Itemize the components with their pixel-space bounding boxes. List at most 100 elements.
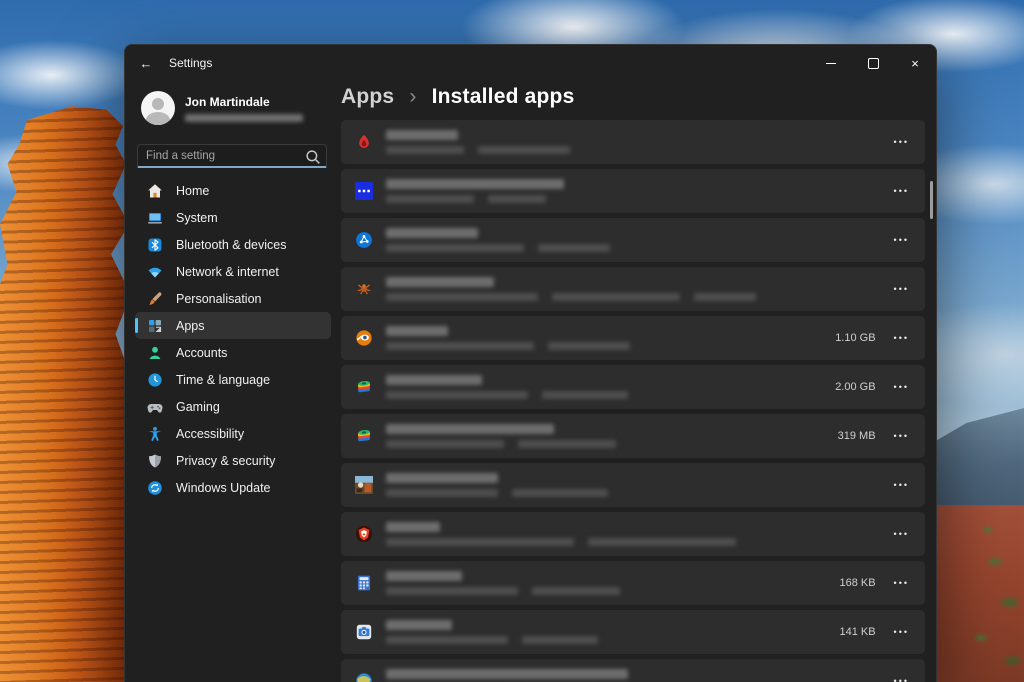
gaming-icon bbox=[147, 399, 163, 415]
breadcrumb-parent[interactable]: Apps bbox=[341, 85, 394, 108]
app-name-redacted bbox=[386, 179, 564, 189]
app-meta-redacted bbox=[386, 342, 835, 350]
sidebar-item-label: Apps bbox=[176, 319, 205, 333]
settings-window: ← Settings × Jon Martindale bbox=[124, 44, 937, 682]
app-menu-button[interactable]: ••• bbox=[892, 231, 911, 249]
scrollbar-thumb[interactable] bbox=[930, 181, 933, 219]
avatar-icon bbox=[141, 91, 175, 125]
privacy-icon bbox=[147, 453, 163, 469]
app-name-redacted bbox=[386, 473, 498, 483]
app-row[interactable]: 319 MB ••• bbox=[341, 414, 925, 458]
sidebar-item-system[interactable]: System bbox=[135, 204, 331, 231]
main-content: Apps › Installed apps ••• ••• ••• bbox=[341, 81, 936, 682]
close-button[interactable]: × bbox=[894, 45, 936, 81]
app-row[interactable]: ••• bbox=[341, 267, 925, 311]
sidebar-item-apps[interactable]: Apps bbox=[135, 312, 331, 339]
app-size: 141 KB bbox=[839, 626, 875, 638]
app-row[interactable]: ••• bbox=[341, 463, 925, 507]
app-size: 168 KB bbox=[839, 577, 875, 589]
app-row[interactable]: 2.00 GB ••• bbox=[341, 365, 925, 409]
app-menu-button[interactable]: ••• bbox=[892, 182, 911, 200]
search-box[interactable] bbox=[137, 144, 327, 168]
sidebar-item-network-internet[interactable]: Network & internet bbox=[135, 258, 331, 285]
windows-update-icon bbox=[147, 480, 163, 496]
app-row[interactable]: ••• bbox=[341, 512, 925, 556]
time-icon bbox=[147, 372, 163, 388]
app-menu-button[interactable]: ••• bbox=[892, 280, 911, 298]
search-input[interactable] bbox=[138, 150, 304, 162]
app-meta-segment-redacted bbox=[538, 244, 610, 252]
sidebar-item-label: Personalisation bbox=[176, 292, 261, 306]
app-meta-segment-redacted bbox=[386, 587, 518, 595]
app-menu-button[interactable]: ••• bbox=[892, 525, 911, 543]
app-name-redacted bbox=[386, 424, 554, 434]
window-controls: × bbox=[810, 45, 936, 81]
app-row[interactable]: 141 KB ••• bbox=[341, 610, 925, 654]
window-title: Settings bbox=[169, 56, 212, 70]
back-button[interactable]: ← bbox=[131, 50, 161, 76]
app-meta-segment-redacted bbox=[694, 293, 756, 301]
app-meta-segment-redacted bbox=[532, 587, 620, 595]
app-meta-segment-redacted bbox=[542, 391, 628, 399]
sidebar-item-gaming[interactable]: Gaming bbox=[135, 393, 331, 420]
app-meta-segment-redacted bbox=[386, 146, 464, 154]
app-meta-segment-redacted bbox=[386, 342, 534, 350]
app-menu-button[interactable]: ••• bbox=[892, 574, 911, 592]
apps-icon bbox=[147, 318, 163, 334]
app-meta-redacted bbox=[386, 440, 838, 448]
sidebar-item-accounts[interactable]: Accounts bbox=[135, 339, 331, 366]
app-size: 319 MB bbox=[838, 430, 876, 442]
app-menu-button[interactable]: ••• bbox=[892, 133, 911, 151]
minimize-icon bbox=[826, 63, 836, 64]
app-row[interactable]: 168 KB ••• bbox=[341, 561, 925, 605]
minimize-button[interactable] bbox=[810, 45, 852, 81]
app-menu-button[interactable]: ••• bbox=[892, 378, 911, 396]
app-name-redacted bbox=[386, 375, 482, 385]
app-meta-segment-redacted bbox=[386, 244, 524, 252]
close-icon: × bbox=[911, 56, 919, 71]
sidebar-item-privacy-security[interactable]: Privacy & security bbox=[135, 447, 331, 474]
app-size: 2.00 GB bbox=[835, 381, 875, 393]
accessibility-icon bbox=[147, 426, 163, 442]
app-name-redacted bbox=[386, 326, 448, 336]
app-name-redacted bbox=[386, 130, 458, 140]
app-menu-button[interactable]: ••• bbox=[892, 476, 911, 494]
maximize-button[interactable] bbox=[852, 45, 894, 81]
app-name-redacted bbox=[386, 522, 440, 532]
sidebar-item-home[interactable]: Home bbox=[135, 177, 331, 204]
app-meta-redacted bbox=[386, 293, 892, 301]
sidebar-item-label: Home bbox=[176, 184, 209, 198]
sidebar-item-label: Privacy & security bbox=[176, 454, 275, 468]
app-row[interactable]: ••• bbox=[341, 169, 925, 213]
bluestacks-icon bbox=[355, 378, 373, 396]
app-meta-segment-redacted bbox=[552, 293, 680, 301]
app-menu-button[interactable]: ••• bbox=[892, 329, 911, 347]
app-meta-redacted bbox=[386, 587, 839, 595]
app-menu-button[interactable]: ••• bbox=[892, 672, 911, 682]
sidebar-item-windows-update[interactable]: Windows Update bbox=[135, 474, 331, 501]
app-meta-segment-redacted bbox=[478, 146, 570, 154]
app-meta-redacted bbox=[386, 489, 892, 497]
app-row[interactable]: ••• bbox=[341, 218, 925, 262]
sidebar-item-accessibility[interactable]: Accessibility bbox=[135, 420, 331, 447]
app-row[interactable]: 1.10 GB ••• bbox=[341, 316, 925, 360]
sidebar-item-bluetooth-devices[interactable]: Bluetooth & devices bbox=[135, 231, 331, 258]
brave-icon bbox=[355, 525, 373, 543]
app-row[interactable]: ••• bbox=[341, 120, 925, 164]
camera-icon bbox=[355, 623, 373, 641]
app-meta-segment-redacted bbox=[386, 538, 574, 546]
sidebar-item-personalisation[interactable]: Personalisation bbox=[135, 285, 331, 312]
user-profile[interactable]: Jon Martindale bbox=[141, 91, 341, 125]
app-menu-button[interactable]: ••• bbox=[892, 623, 911, 641]
game-art-icon bbox=[355, 476, 373, 494]
molecule-icon bbox=[355, 231, 373, 249]
app-row[interactable]: ••• bbox=[341, 659, 925, 682]
desert-ground bbox=[928, 505, 1024, 682]
app-meta-segment-redacted bbox=[386, 293, 538, 301]
sidebar: Jon Martindale Home System Bluetooth & d… bbox=[125, 81, 341, 682]
app-meta-redacted bbox=[386, 391, 835, 399]
app-meta-segment-redacted bbox=[588, 538, 736, 546]
sidebar-item-time-language[interactable]: Time & language bbox=[135, 366, 331, 393]
app-menu-button[interactable]: ••• bbox=[892, 427, 911, 445]
app-meta-segment-redacted bbox=[488, 195, 546, 203]
